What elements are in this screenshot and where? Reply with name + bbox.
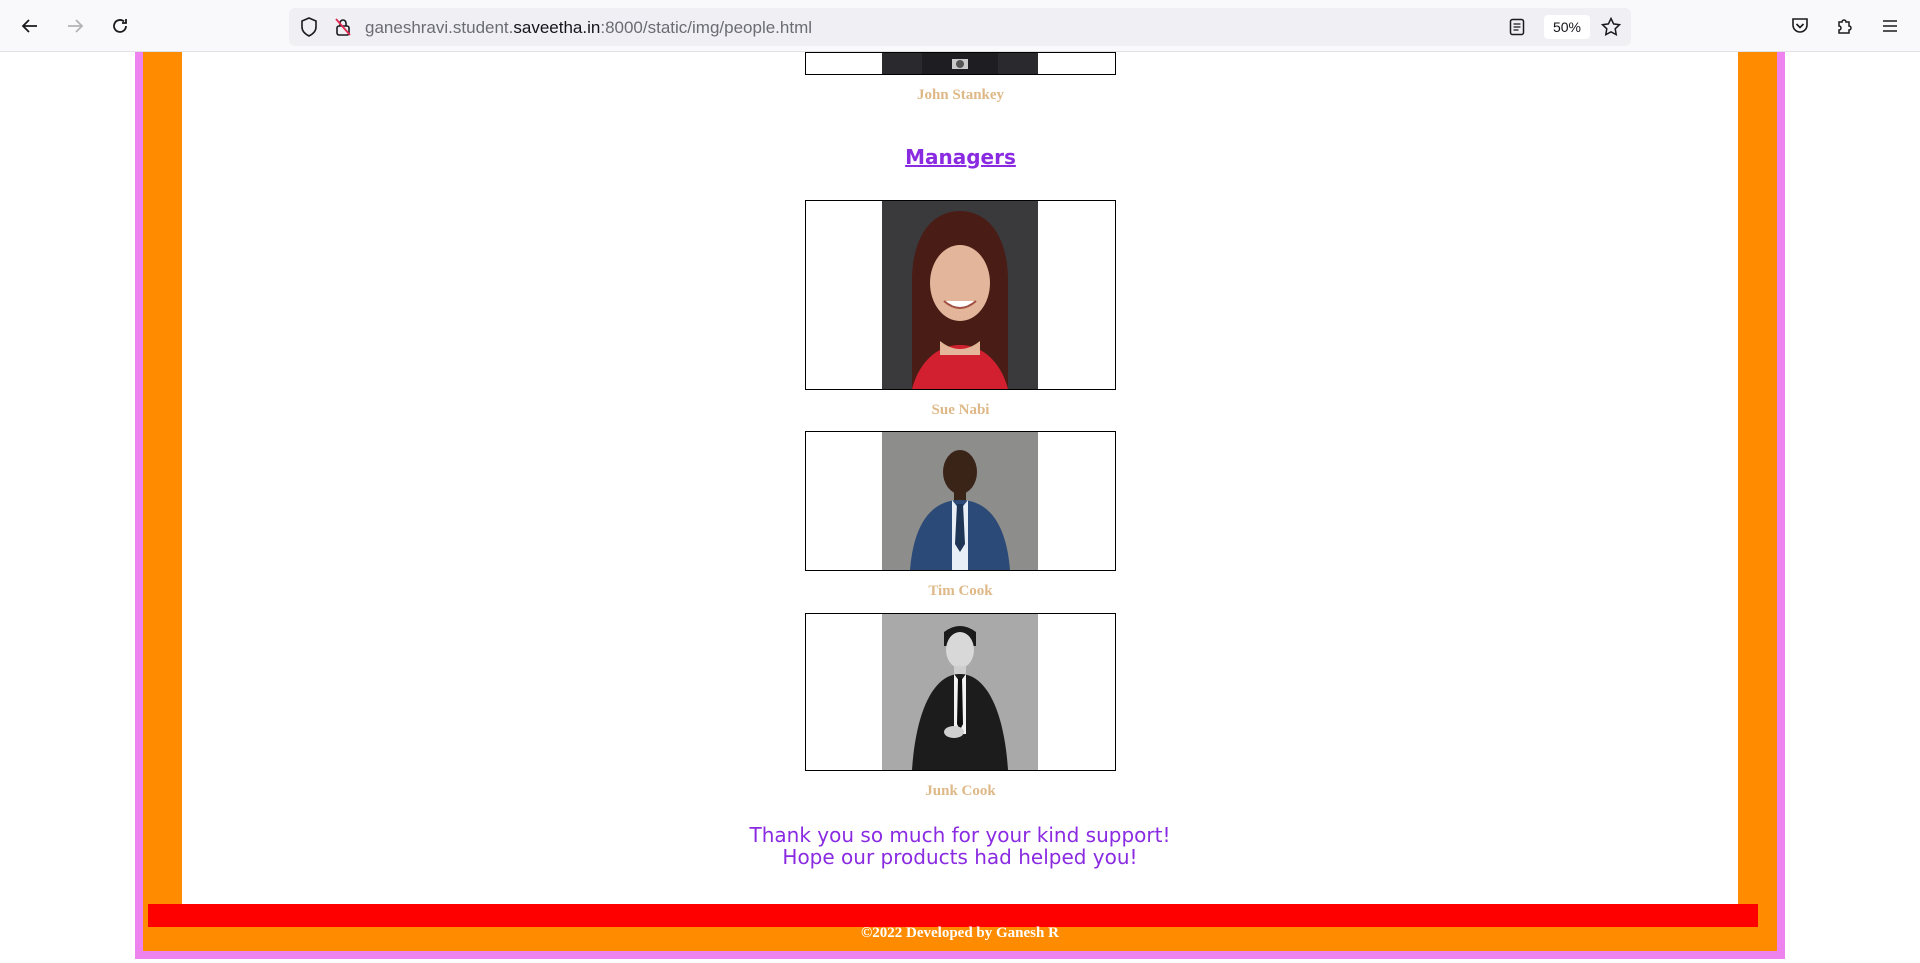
url-prefix: ganeshravi.student. xyxy=(365,18,514,37)
zoom-level-badge[interactable]: 50% xyxy=(1544,15,1590,39)
back-button[interactable] xyxy=(16,12,44,40)
person-photo-frame xyxy=(805,431,1116,571)
forward-arrow-icon xyxy=(68,19,84,33)
footer-red-bar xyxy=(148,904,1758,927)
person-name: Tim Cook xyxy=(928,583,993,599)
managers-heading[interactable]: Managers xyxy=(805,145,1116,169)
reload-button[interactable] xyxy=(106,12,134,40)
person-photo xyxy=(882,614,1038,770)
person-photo xyxy=(882,432,1038,570)
extensions-button[interactable] xyxy=(1831,12,1859,40)
url-suffix: :8000/static/img/people.html xyxy=(600,18,813,37)
pocket-button[interactable] xyxy=(1786,12,1814,40)
person-photo-frame xyxy=(805,200,1116,390)
forward-button[interactable] xyxy=(61,12,89,40)
person-photo-frame xyxy=(805,613,1116,771)
url-text[interactable]: ganeshravi.student.saveetha.in:8000/stat… xyxy=(365,18,812,38)
thanks-line-2: Hope our products had helped you! xyxy=(782,845,1138,869)
person-name: Sue Nabi xyxy=(931,402,990,418)
address-bar[interactable]: ganeshravi.student.saveetha.in:8000/stat… xyxy=(289,8,1631,46)
thanks-line-1: Thank you so much for your kind support! xyxy=(749,823,1171,847)
menu-button[interactable] xyxy=(1876,12,1904,40)
back-arrow-icon xyxy=(21,19,37,33)
reader-view-icon[interactable] xyxy=(1507,17,1527,37)
url-host: saveetha.in xyxy=(513,18,601,37)
shield-icon[interactable] xyxy=(299,17,319,37)
puzzle-icon xyxy=(1838,19,1852,34)
person-photo xyxy=(882,201,1038,389)
person-name: John Stankey xyxy=(916,87,1005,103)
hamburger-menu-icon xyxy=(1883,20,1897,32)
insecure-lock-icon[interactable] xyxy=(333,17,353,37)
bookmark-star-icon[interactable] xyxy=(1601,17,1621,37)
person-photo-frame xyxy=(805,52,1116,75)
person-name: Junk Cook xyxy=(925,783,996,799)
person-photo xyxy=(882,53,1038,74)
browser-toolbar: ganeshravi.student.saveetha.in:8000/stat… xyxy=(0,0,1920,52)
pocket-icon xyxy=(1792,18,1808,33)
reload-icon xyxy=(113,19,127,33)
footer-text: ©2022 Developed by Ganesh R xyxy=(861,925,1059,941)
